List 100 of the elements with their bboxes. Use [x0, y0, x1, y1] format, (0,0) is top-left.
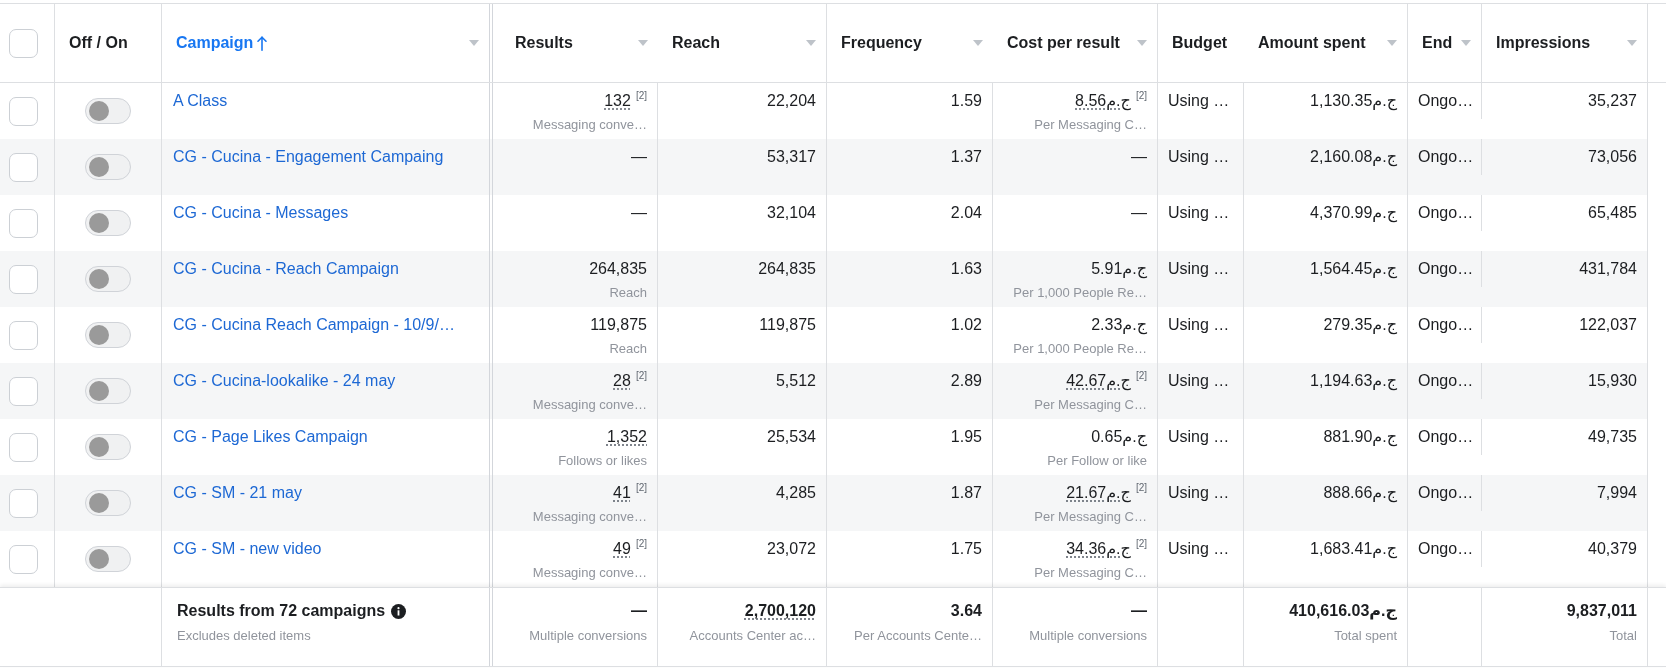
results-value: 132	[604, 92, 631, 109]
budget-value: Using …	[1168, 372, 1230, 389]
cost-value: 34.36ج.م	[1066, 540, 1131, 557]
results-value: 264,835	[589, 260, 647, 277]
impressions-total: 9,837,011	[1566, 602, 1637, 619]
row-checkbox[interactable]	[9, 488, 38, 518]
campaign-link[interactable]: CG - SM - 21 may	[173, 484, 302, 501]
row-checkbox[interactable]	[9, 152, 38, 182]
caret-icon[interactable]	[1461, 40, 1471, 46]
caret-icon[interactable]	[469, 40, 479, 46]
campaign-link[interactable]: CG - Cucina Reach Campaign - 10/9/…	[173, 316, 455, 333]
toggle-switch[interactable]	[85, 98, 131, 124]
frequency-total-label: Per Accounts Cente…	[853, 627, 982, 644]
column-header[interactable]: Frequency	[827, 4, 993, 82]
row-checkbox[interactable]	[9, 208, 38, 238]
impressions-value: 431,784	[1579, 260, 1637, 277]
row-checkbox[interactable]	[9, 544, 38, 574]
frequency-value: 2.04	[950, 204, 982, 221]
toggle-switch[interactable]	[85, 210, 131, 236]
frequency-value: 1.02	[950, 316, 982, 333]
reach-value: 4,285	[775, 484, 816, 501]
campaign-link[interactable]: A Class	[173, 92, 228, 109]
results-value: 49	[613, 540, 631, 557]
budget-value: Using …	[1168, 316, 1230, 333]
reach-value: 23,072	[767, 540, 816, 557]
footnote-marker: [2]	[635, 482, 647, 493]
frequency-total: 3.64	[950, 602, 982, 619]
campaign-link[interactable]: CG - Page Likes Campaign	[173, 428, 368, 445]
caret-icon[interactable]	[638, 40, 648, 46]
toggle-switch[interactable]	[85, 378, 131, 404]
results-label: Messaging conve…	[531, 564, 647, 581]
reach-value: 119,875	[759, 316, 816, 333]
amount-spent-value: 1,130.35ج.م	[1310, 92, 1397, 109]
amount-spent-value: 888.66ج.م	[1323, 484, 1397, 501]
row-checkbox[interactable]	[9, 432, 38, 462]
caret-icon[interactable]	[806, 40, 816, 46]
reach-value: 25,534	[767, 428, 816, 445]
reach-value: 5,512	[775, 372, 816, 389]
cost-value: 2.33ج.م	[1091, 316, 1147, 333]
caret-icon[interactable]	[973, 40, 983, 46]
caret-icon[interactable]	[1627, 40, 1637, 46]
campaign-link[interactable]: CG - SM - new video	[173, 540, 322, 557]
cost-value: 21.67ج.م	[1066, 484, 1131, 501]
budget-value: Using …	[1168, 92, 1230, 109]
row-checkbox[interactable]	[9, 264, 38, 294]
toggle-switch[interactable]	[85, 546, 131, 572]
campaign-link[interactable]: CG - Cucina-lookalike - 24 may	[173, 372, 396, 389]
budget-value: Using …	[1168, 260, 1230, 277]
results-value: —	[631, 204, 647, 221]
cost-value: 42.67ج.م	[1066, 372, 1131, 389]
caret-icon[interactable]	[1387, 40, 1397, 46]
caret-icon[interactable]	[1137, 40, 1147, 46]
footnote-marker: [2]	[635, 370, 647, 381]
results-total: —	[631, 602, 647, 619]
end-value: Ongo…	[1418, 428, 1474, 445]
cost-value: —	[1131, 204, 1147, 221]
column-header[interactable]: Impressions	[1482, 4, 1648, 82]
amount-spent-value: 4,370.99ج.م	[1310, 204, 1397, 221]
reach-value: 53,317	[767, 148, 816, 165]
frequency-value: 1.63	[950, 260, 982, 277]
up-arrow-icon	[257, 35, 268, 51]
toggle-switch[interactable]	[85, 266, 131, 292]
results-summary-title: Results from 72 campaigns	[177, 601, 386, 621]
results-label: Follows or likes	[557, 452, 647, 469]
budget-value: Using …	[1168, 540, 1230, 557]
column-header[interactable]: Off / On	[55, 4, 162, 82]
campaign-link[interactable]: CG - Cucina - Engagement Campaing	[173, 148, 444, 165]
cost-value: 8.56ج.م	[1075, 92, 1131, 109]
row-checkbox[interactable]	[9, 320, 38, 350]
column-header[interactable]: Reach	[658, 4, 827, 82]
amount-spent-value: 1,683.41ج.م	[1310, 540, 1397, 557]
row-checkbox[interactable]	[9, 376, 38, 406]
footnote-marker: [2]	[635, 90, 647, 101]
column-header[interactable]: Results	[493, 4, 658, 82]
toggle-switch[interactable]	[85, 154, 131, 180]
results-label: Messaging conve…	[531, 396, 647, 413]
cost-label: Per Messaging C…	[1033, 564, 1147, 581]
toggle-switch[interactable]	[85, 490, 131, 516]
cost-value: 0.65ج.م	[1091, 428, 1147, 445]
results-label: Messaging conve…	[531, 508, 647, 525]
column-header[interactable]: Cost per result	[993, 4, 1158, 82]
toggle-switch[interactable]	[85, 322, 131, 348]
end-value: Ongo…	[1418, 260, 1474, 277]
end-value: Ongo…	[1418, 540, 1474, 557]
column-header[interactable]: Budget	[1158, 4, 1244, 82]
row-checkbox[interactable]	[9, 96, 38, 126]
column-header[interactable]: End	[1408, 4, 1482, 82]
campaign-link[interactable]: CG - Cucina - Reach Campaign	[173, 260, 399, 277]
impressions-value: 15,930	[1588, 372, 1637, 389]
amount-spent-value: 1,564.45ج.م	[1310, 260, 1397, 277]
column-header[interactable]: Amount spent	[1244, 4, 1408, 82]
reach-value: 22,204	[767, 92, 816, 109]
campaign-link[interactable]: CG - Cucina - Messages	[173, 204, 349, 221]
end-value: Ongo…	[1418, 204, 1474, 221]
toggle-switch[interactable]	[85, 434, 131, 460]
frequency-value: 1.87	[950, 484, 982, 501]
results-summary-note: Excludes deleted items	[177, 627, 312, 644]
impressions-value: 40,379	[1588, 540, 1637, 557]
select-all-checkbox[interactable]	[9, 28, 38, 58]
cost-label: Per Messaging C…	[1033, 396, 1147, 413]
